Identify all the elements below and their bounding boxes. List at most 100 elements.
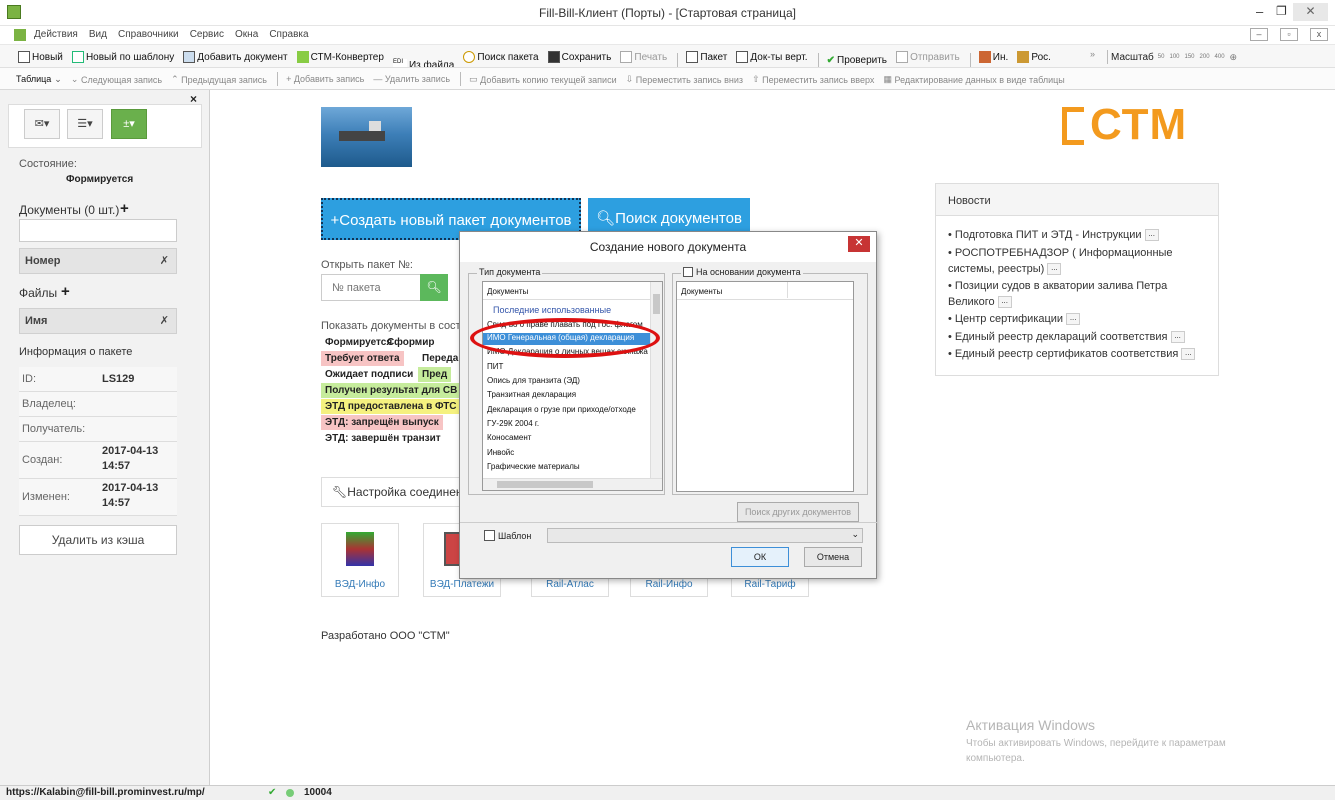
zoom-fit-icon[interactable]: ⊕ — [1230, 52, 1238, 63]
status-etd-presented[interactable]: ЭТД предоставлена в ФТС — [321, 399, 461, 414]
check-button[interactable]: ✔ Проверить — [825, 50, 889, 68]
print-button[interactable]: Печать — [618, 46, 669, 67]
scale-150[interactable]: 150 — [1185, 54, 1195, 60]
base-doc-checkbox[interactable] — [683, 267, 693, 277]
doc-item-11[interactable]: Графические материалы — [487, 462, 580, 471]
more-button[interactable]: ... — [1170, 331, 1185, 344]
status-awaiting-sign[interactable]: Ожидает подписи — [321, 367, 417, 382]
status-transferred[interactable]: Переда — [418, 351, 462, 366]
move-up-button[interactable]: ⇧ Переместить запись вверх — [750, 69, 876, 90]
news-item-3[interactable]: • Позиции судов в акватории залива Петра — [948, 279, 1167, 294]
news-item-2-cont[interactable]: системы, реестры) ... — [948, 262, 1062, 277]
move-down-button[interactable]: ⇩ Переместить запись вниз — [624, 69, 745, 90]
cancel-button[interactable]: Отмена — [804, 547, 862, 567]
menu-help[interactable]: Справка — [265, 27, 312, 42]
more-button[interactable]: ... — [1047, 263, 1062, 276]
template-checkbox[interactable] — [484, 530, 495, 541]
sort-dropdown-button[interactable]: ±▾ — [111, 109, 147, 139]
scale-200[interactable]: 200 — [1200, 54, 1210, 60]
search-packet-button[interactable]: Поиск пакета — [461, 46, 540, 67]
overflow-icon[interactable]: » — [1090, 49, 1095, 59]
tile-ved-info[interactable]: ВЭД-Инфо — [321, 523, 399, 597]
ros-button[interactable]: Рос. — [1015, 46, 1053, 67]
status-formed[interactable]: Сформир — [383, 335, 438, 350]
ok-button[interactable]: ОК — [731, 547, 789, 567]
delete-record-button[interactable]: — Удалить запись — [371, 68, 452, 89]
edit-table-button[interactable]: ▦ Редактирование данных в виде таблицы — [881, 69, 1066, 90]
mail-dropdown-button[interactable]: ✉▾ — [24, 109, 60, 139]
delete-cache-button[interactable]: Удалить из кэша — [19, 525, 177, 555]
news-item-2[interactable]: • РОСПОТРЕБНАДЗОР ( Информационные — [948, 246, 1173, 261]
menu-view[interactable]: Вид — [85, 27, 111, 42]
add-document-button[interactable]: Добавить документ — [181, 46, 289, 67]
vertical-scrollbar[interactable] — [650, 282, 662, 478]
open-packet-search-icon[interactable]: 🔍︎ — [420, 274, 448, 301]
table-menu[interactable]: Таблица ⌄ — [14, 68, 64, 89]
close-icon[interactable]: ✕ — [1293, 3, 1328, 21]
clear-icon[interactable]: ✗ — [160, 249, 169, 273]
documents-label: Документы (0 шт.) — [19, 203, 120, 217]
doc-item-5[interactable]: Опись для транзита (ЭД) — [487, 376, 580, 385]
scale-50[interactable]: 50 — [1158, 54, 1165, 60]
doc-item-10[interactable]: Инвойс — [487, 448, 514, 457]
mdi-close-icon[interactable]: x — [1310, 28, 1328, 41]
menu-windows[interactable]: Окна — [231, 27, 262, 42]
status-needs-answer[interactable]: Требует ответа — [321, 351, 404, 366]
status-etd-forbidden[interactable]: ЭТД: запрещён выпуск — [321, 415, 443, 430]
send-button[interactable]: Отправить — [894, 46, 962, 67]
add-record-button[interactable]: + Добавить запись — [284, 68, 366, 89]
packet-button[interactable]: Пакет — [684, 46, 729, 67]
news-item-4[interactable]: • Центр сертификации ... — [948, 312, 1081, 327]
save-button[interactable]: Сохранить — [546, 46, 614, 67]
template-select[interactable]: ⌄ — [547, 528, 863, 543]
doc-type-list[interactable]: Документы Последние использованные Свид-… — [482, 281, 663, 491]
restore-icon[interactable]: ❐ — [1276, 4, 1287, 18]
next-record-button[interactable]: ⌄ Следующая запись — [69, 69, 164, 90]
more-button[interactable]: ... — [1181, 348, 1196, 361]
more-button[interactable]: ... — [1144, 229, 1159, 242]
prev-record-button[interactable]: ⌃ Предыдущая запись — [169, 69, 269, 90]
menu-references[interactable]: Справочники — [114, 27, 183, 42]
horizontal-scrollbar[interactable] — [483, 478, 662, 490]
menu-actions[interactable]: Действия — [30, 27, 82, 42]
menu-service[interactable]: Сервис — [186, 27, 228, 42]
scale-100[interactable]: 100 — [1169, 54, 1179, 60]
new-template-button[interactable]: Новый по шаблону — [70, 46, 176, 67]
recent-group[interactable]: Последние использованные — [493, 305, 611, 315]
add-document-icon[interactable]: + — [120, 200, 129, 217]
minimize-icon[interactable]: – — [1256, 4, 1263, 19]
documents-filter-input[interactable] — [19, 219, 177, 242]
more-button[interactable]: ... — [1066, 313, 1081, 326]
window-title: Fill-Bill-Клиент (Порты) - [Стартовая ст… — [539, 6, 796, 20]
dialog-close-icon[interactable]: ✕ — [848, 236, 870, 252]
scale-400[interactable]: 400 — [1215, 54, 1225, 60]
news-item-3-cont[interactable]: Великого ... — [948, 295, 1012, 310]
status-etd-transit-done[interactable]: ЭТД: завершён транзит — [321, 431, 445, 446]
status-result-received[interactable]: Получен результат для СВ — [321, 383, 462, 398]
doc-item-4[interactable]: ПИТ — [487, 362, 503, 371]
docs-vert-button[interactable]: Док-ты верт. — [734, 46, 809, 67]
news-item-1[interactable]: • Подготовка ПИТ и ЭТД - Инструкции ... — [948, 228, 1159, 243]
from-file-button[interactable]: EDI Из файла — [391, 54, 456, 67]
copy-record-button[interactable]: ▭ Добавить копию текущей записи — [467, 69, 618, 90]
search-other-docs-button[interactable]: Поиск других документов — [737, 502, 859, 522]
news-item-6[interactable]: • Единый реестр сертификатов соответстви… — [948, 347, 1196, 362]
doc-item-7[interactable]: Декларация о грузе при приходе/отходе — [487, 405, 636, 414]
mdi-restore-icon[interactable]: ▫ — [1280, 28, 1298, 41]
connection-settings-button[interactable]: 🔧︎Настройка соединения — [321, 477, 481, 507]
doc-item-8[interactable]: ГУ-29К 2004 г. — [487, 419, 539, 428]
mdi-minimize-icon[interactable]: – — [1250, 28, 1268, 41]
more-button[interactable]: ... — [997, 296, 1012, 309]
new-button[interactable]: Новый — [16, 46, 65, 67]
list-dropdown-button[interactable]: ☰▾ — [67, 109, 103, 139]
doc-item-9[interactable]: Коносамент — [487, 433, 531, 442]
converter-button[interactable]: СТМ-Конвертер — [295, 46, 386, 67]
base-doc-list[interactable]: Документы — [676, 281, 854, 492]
status-presented[interactable]: Пред — [418, 367, 452, 382]
add-file-icon[interactable]: + — [61, 283, 70, 300]
news-item-5[interactable]: • Единый реестр деклараций соответствия … — [948, 330, 1185, 345]
packet-number-input[interactable] — [321, 274, 421, 301]
clear-icon[interactable]: ✗ — [160, 309, 169, 333]
in-button[interactable]: Ин. — [977, 46, 1011, 67]
doc-item-6[interactable]: Транзитная декларация — [487, 390, 576, 399]
